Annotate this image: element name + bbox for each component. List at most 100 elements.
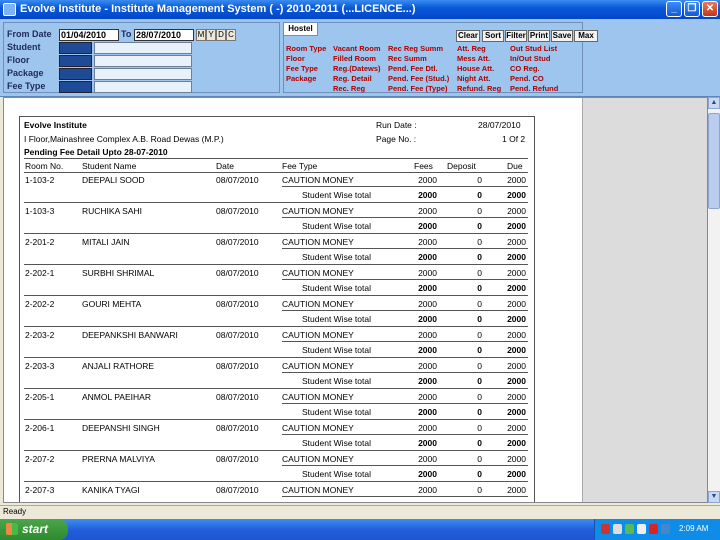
institute-address: I Floor,Mainashree Complex A.B. Road Dew… <box>24 134 224 144</box>
floor-name-field[interactable] <box>94 55 192 67</box>
row-rule <box>282 279 528 280</box>
report-link[interactable]: Att. Reg <box>457 44 486 53</box>
report-link[interactable]: Package <box>286 74 316 83</box>
day-button[interactable]: D <box>216 29 226 41</box>
tab-hostel[interactable]: Hostel <box>283 22 318 36</box>
date-cell: 08/07/2010 <box>216 454 259 464</box>
report-link[interactable]: Night Att. <box>457 74 490 83</box>
student-name-cell: RUCHIKA SAHI <box>82 206 142 216</box>
save-button[interactable]: Save <box>551 30 573 42</box>
system-tray: 2:09 AM <box>594 519 720 540</box>
scroll-up-icon[interactable]: ▲ <box>708 97 720 109</box>
subtotal-deposit: 0 <box>477 314 482 324</box>
subtotal-deposit: 0 <box>477 190 482 200</box>
report-link[interactable]: House Att. <box>457 64 494 73</box>
student-rule <box>24 264 528 265</box>
report-link[interactable]: Refund. Reg <box>457 84 501 93</box>
date-cell: 08/07/2010 <box>216 361 259 371</box>
subtotal-label: Student Wise total <box>302 376 371 386</box>
student-rule <box>24 450 528 451</box>
subtotal-due: 2000 <box>507 469 526 479</box>
fee-type-code-field[interactable] <box>59 81 92 93</box>
year-button[interactable]: Y <box>206 29 216 41</box>
deposit-cell: 0 <box>477 423 482 433</box>
report-link[interactable]: Pend. Fee Dtl. <box>388 64 438 73</box>
scroll-thumb[interactable] <box>708 113 720 209</box>
to-date-field[interactable]: 28/07/2010 <box>134 29 194 41</box>
report-link[interactable]: Vacant Room <box>333 44 381 53</box>
date-cell: 08/07/2010 <box>216 485 259 495</box>
col-room-no: Room No. <box>25 161 64 171</box>
column-header-rule <box>24 172 528 173</box>
report-link[interactable]: Rec. Reg <box>333 84 365 93</box>
date-cell: 08/07/2010 <box>216 175 259 185</box>
report-link[interactable]: Rec Summ <box>388 54 427 63</box>
sort-button[interactable]: Sort <box>482 30 504 42</box>
report-link[interactable]: Pend. Refund <box>510 84 558 93</box>
print-button[interactable]: Print <box>528 30 550 42</box>
vertical-scrollbar[interactable]: ▲ ▼ <box>708 97 720 503</box>
student-rule <box>24 295 528 296</box>
tray-volume-icon[interactable] <box>637 524 646 534</box>
floor-code-field[interactable] <box>59 55 92 67</box>
floor-label: Floor <box>7 55 30 65</box>
close-button[interactable]: ✕ <box>702 1 718 17</box>
room-no-cell: 2-203-3 <box>25 361 55 371</box>
report-link[interactable]: Reg. Detail <box>333 74 372 83</box>
student-name-field[interactable] <box>94 42 192 54</box>
fee-type-name-field[interactable] <box>94 81 192 93</box>
subtotal-fees: 2000 <box>418 314 437 324</box>
subtotal-due: 2000 <box>507 376 526 386</box>
date-cell: 08/07/2010 <box>216 206 259 216</box>
tray-app-icon[interactable] <box>601 524 610 534</box>
scroll-down-icon[interactable]: ▼ <box>708 491 720 503</box>
minimize-button[interactable]: _ <box>666 1 682 17</box>
subtotal-deposit: 0 <box>477 438 482 448</box>
tray-network-icon[interactable] <box>613 524 622 534</box>
report-link[interactable]: Room Type <box>286 44 326 53</box>
row-rule <box>282 403 528 404</box>
report-link[interactable]: In/Out Stud <box>510 54 550 63</box>
report-link[interactable]: Floor <box>286 54 305 63</box>
restore-button[interactable]: ❐ <box>684 1 700 17</box>
student-rule <box>24 388 528 389</box>
page-no-value: 1 Of 2 <box>502 134 526 144</box>
subtotal-due: 2000 <box>507 252 526 262</box>
room-no-cell: 2-207-3 <box>25 485 55 495</box>
custom-button[interactable]: C <box>226 29 236 41</box>
start-button[interactable]: start <box>0 519 68 540</box>
report-link[interactable]: Pend. CO <box>510 74 544 83</box>
fees-cell: 2000 <box>418 206 437 216</box>
report-link[interactable]: Pend. Fee (Stud.) <box>388 74 449 83</box>
due-cell: 2000 <box>507 330 526 340</box>
max-button[interactable]: Max <box>574 30 598 42</box>
report-link[interactable]: Reg.(Datews) <box>333 64 381 73</box>
fee-type-cell: CAUTION MONEY <box>282 485 354 495</box>
due-cell: 2000 <box>507 392 526 402</box>
package-code-field[interactable] <box>59 68 92 80</box>
clear-button[interactable]: Clear <box>456 30 480 42</box>
report-link[interactable]: Filled Room <box>333 54 376 63</box>
month-button[interactable]: M <box>196 29 206 41</box>
fees-cell: 2000 <box>418 361 437 371</box>
date-cell: 08/07/2010 <box>216 237 259 247</box>
tray-security-icon[interactable] <box>625 524 634 534</box>
fee-type-cell: CAUTION MONEY <box>282 423 354 433</box>
tray-display-icon[interactable] <box>661 524 670 534</box>
report-viewer: Evolve Institute I Floor,Mainashree Comp… <box>3 97 708 503</box>
report-heading: Pending Fee Detail Upto 28-07-2010 <box>24 147 168 157</box>
tray-antivirus-icon[interactable] <box>649 524 658 534</box>
report-link[interactable]: Rec Reg Summ <box>388 44 443 53</box>
student-rule <box>24 419 528 420</box>
report-link[interactable]: Fee Type <box>286 64 318 73</box>
report-link[interactable]: Mess Att. <box>457 54 490 63</box>
subtotal-deposit: 0 <box>477 376 482 386</box>
student-code-field[interactable] <box>59 42 92 54</box>
fees-cell: 2000 <box>418 392 437 402</box>
report-link[interactable]: Out Stud List <box>510 44 557 53</box>
filter-button[interactable]: Filter <box>505 30 527 42</box>
package-name-field[interactable] <box>94 68 192 80</box>
report-link[interactable]: Pend. Fee (Type) <box>388 84 447 93</box>
report-link[interactable]: CO Reg. <box>510 64 540 73</box>
from-date-field[interactable]: 01/04/2010 <box>59 29 119 41</box>
